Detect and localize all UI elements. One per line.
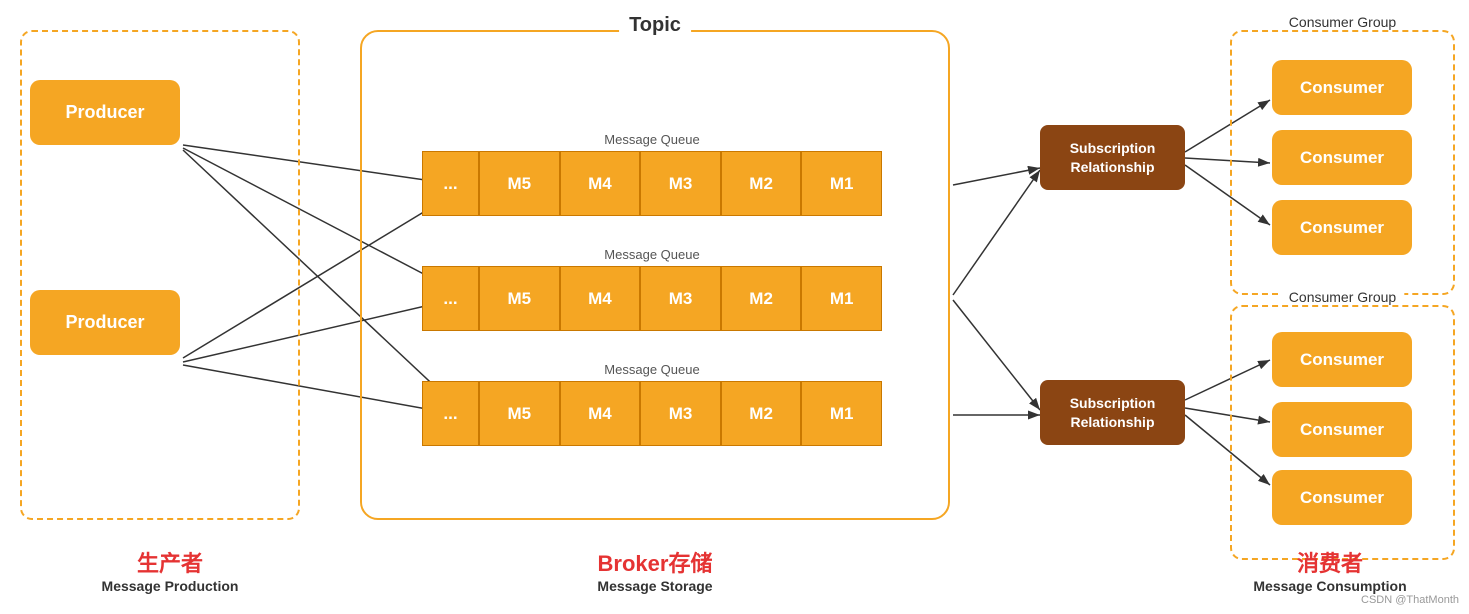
producer-box-1: Producer <box>30 80 180 145</box>
consumer-2-1: Consumer <box>1272 332 1412 387</box>
broker-bottom-label: Broker存储 Message Storage <box>360 546 950 594</box>
subscription-box-1: SubscriptionRelationship <box>1040 125 1185 190</box>
broker-section: Topic Message Queue ... M5 M4 M3 M2 M1 M… <box>360 30 950 520</box>
consumer-2-2: Consumer <box>1272 402 1412 457</box>
mq-cell-m5-2: M5 <box>479 266 560 331</box>
cg-label-1: Consumer Group <box>1281 14 1404 30</box>
mq-cell-m4-1: M4 <box>560 151 641 216</box>
producer-bottom-label: 生产者 Message Production <box>30 546 310 594</box>
producer-zh-label: 生产者 <box>30 546 310 578</box>
mq-cell-dots-3: ... <box>422 381 479 446</box>
mq-cell-m4-2: M4 <box>560 266 641 331</box>
mq-cell-dots-1: ... <box>422 151 479 216</box>
consumer-1-2: Consumer <box>1272 130 1412 185</box>
broker-en-label: Message Storage <box>360 578 950 594</box>
message-queue-1: Message Queue ... M5 M4 M3 M2 M1 <box>422 132 882 216</box>
message-queue-2: Message Queue ... M5 M4 M3 M2 M1 <box>422 247 882 331</box>
consumer-group-1: Consumer Group Consumer Consumer Consume… <box>1230 30 1455 295</box>
producer-en-label: Message Production <box>30 578 310 594</box>
mq-cell-m4-3: M4 <box>560 381 641 446</box>
watermark: CSDN @ThatMonth <box>1361 594 1459 606</box>
cg-label-2: Consumer Group <box>1281 289 1404 305</box>
consumer-group-2: Consumer Group Consumer Consumer Consume… <box>1230 305 1455 560</box>
producer-2-label: Producer <box>65 312 144 333</box>
producer-box-2: Producer <box>30 290 180 355</box>
mq-cell-dots-2: ... <box>422 266 479 331</box>
subscription-label-2: SubscriptionRelationship <box>1070 394 1156 430</box>
consumer-1-3: Consumer <box>1272 200 1412 255</box>
message-queue-3: Message Queue ... M5 M4 M3 M2 M1 <box>422 362 882 446</box>
mq-row-2: ... M5 M4 M3 M2 M1 <box>422 266 882 331</box>
mq-cell-m1-3: M1 <box>801 381 882 446</box>
consumer-1-1: Consumer <box>1272 60 1412 115</box>
mq-cell-m2-3: M2 <box>721 381 802 446</box>
mq-label-1: Message Queue <box>422 132 882 147</box>
mq-label-3: Message Queue <box>422 362 882 377</box>
producer-1-label: Producer <box>65 102 144 123</box>
mq-cell-m5-1: M5 <box>479 151 560 216</box>
topic-label: Topic <box>619 14 691 37</box>
mq-cell-m1-2: M1 <box>801 266 882 331</box>
diagram-container: Producer Producer Topic Message Queue ..… <box>0 0 1469 614</box>
consumer-zh-label: 消费者 <box>1200 546 1460 578</box>
mq-row-1: ... M5 M4 M3 M2 M1 <box>422 151 882 216</box>
mq-cell-m2-1: M2 <box>721 151 802 216</box>
subscription-label-1: SubscriptionRelationship <box>1070 139 1156 175</box>
mq-cell-m3-2: M3 <box>640 266 721 331</box>
mq-cell-m3-3: M3 <box>640 381 721 446</box>
mq-cell-m3-1: M3 <box>640 151 721 216</box>
mq-label-2: Message Queue <box>422 247 882 262</box>
subscription-box-2: SubscriptionRelationship <box>1040 380 1185 445</box>
mq-cell-m2-2: M2 <box>721 266 802 331</box>
mq-cell-m5-3: M5 <box>479 381 560 446</box>
mq-row-3: ... M5 M4 M3 M2 M1 <box>422 381 882 446</box>
consumer-en-label: Message Consumption <box>1200 578 1460 594</box>
consumer-bottom-label: 消费者 Message Consumption <box>1200 546 1460 594</box>
consumer-2-3: Consumer <box>1272 470 1412 525</box>
broker-zh-label: Broker存储 <box>360 546 950 578</box>
mq-cell-m1-1: M1 <box>801 151 882 216</box>
